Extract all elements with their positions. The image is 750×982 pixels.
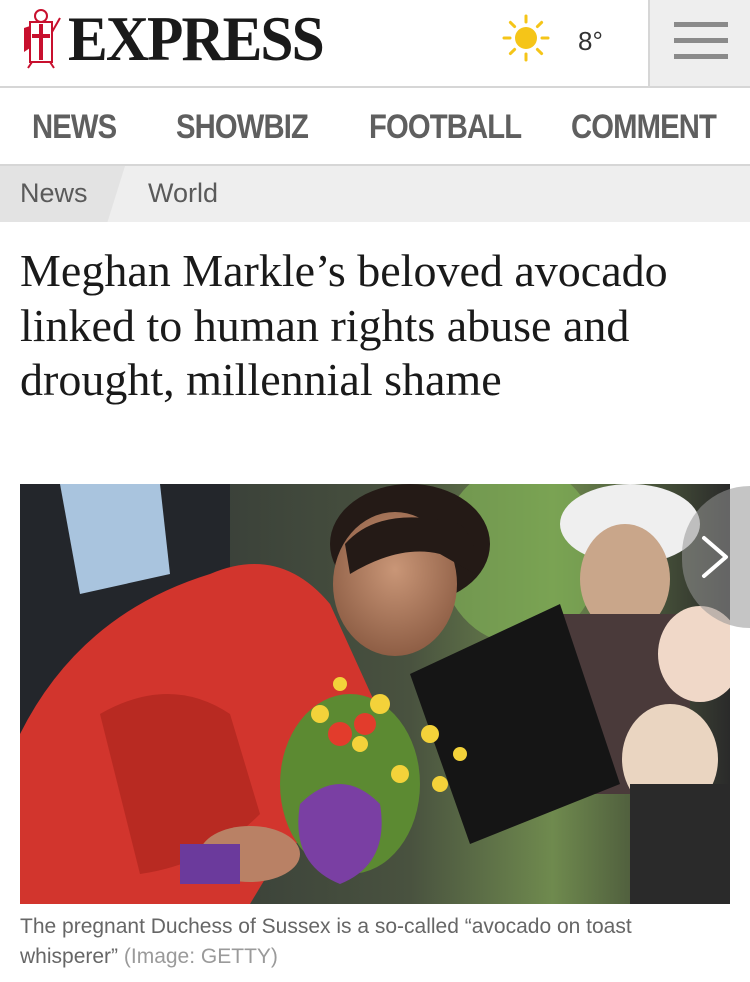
breadcrumb-world[interactable]: World — [148, 178, 218, 209]
nav-item-showbiz[interactable]: SHOWBIZ — [176, 108, 309, 147]
temperature: 8° — [578, 26, 603, 56]
nav-item-comment[interactable]: COMMENT — [571, 108, 717, 147]
main-nav: NEWS SHOWBIZ FOOTBALL COMMENT — [0, 88, 750, 166]
photo-caption: The pregnant Duchess of Sussex is a so-c… — [20, 912, 732, 972]
site-header: EXPRESS 8° — [0, 0, 750, 88]
chevron-right-icon — [702, 536, 728, 578]
breadcrumb-news[interactable]: News — [20, 178, 88, 209]
breadcrumb: News World — [0, 166, 750, 222]
nav-item-news[interactable]: NEWS — [32, 108, 117, 147]
weather-widget[interactable]: 8° — [500, 12, 640, 68]
crusader-logo-icon[interactable] — [20, 8, 62, 70]
article-headline: Meghan Markle’s beloved avocado linked t… — [20, 245, 668, 405]
sun-icon — [502, 14, 550, 62]
menu-button[interactable] — [648, 0, 750, 86]
site-logo[interactable]: EXPRESS — [68, 4, 325, 74]
nav-item-football[interactable]: FOOTBALL — [369, 108, 522, 147]
caption-text: The pregnant Duchess of Sussex is a so-c… — [20, 915, 632, 968]
photo-illustration — [20, 484, 730, 904]
article-photo[interactable] — [20, 484, 730, 904]
image-credit: (Image: GETTY) — [123, 945, 278, 968]
